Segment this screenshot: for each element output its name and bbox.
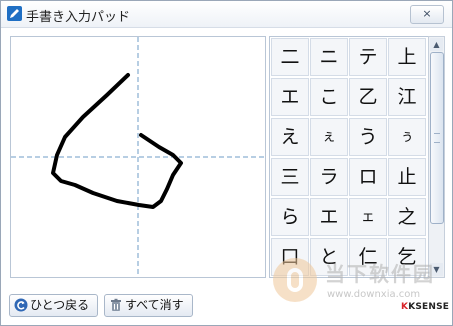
ink-stroke — [51, 73, 183, 209]
undo-icon — [14, 298, 28, 312]
candidate-cell[interactable]: 上 — [388, 38, 426, 76]
candidate-cell[interactable]: と — [310, 238, 348, 276]
candidate-grid: 二ニテ上エこ乙江えぇうぅ三ラロ止らエェ之口と仁乞 — [269, 36, 429, 278]
close-button[interactable]: × — [410, 5, 444, 24]
arrow-down-icon[interactable]: ▼ — [430, 263, 443, 276]
candidate-cell[interactable]: こ — [310, 78, 348, 116]
window-title: 手書き入力パッド — [26, 10, 131, 25]
candidate-cell[interactable]: ニ — [310, 38, 348, 76]
candidate-cell[interactable]: 二 — [271, 38, 309, 76]
candidate-cell[interactable]: ロ — [349, 158, 387, 196]
candidate-cell[interactable]: 之 — [388, 198, 426, 236]
candidate-cell[interactable]: 江 — [388, 78, 426, 116]
undo-label: ひとつ戻る — [30, 298, 90, 312]
candidate-cell[interactable]: ら — [271, 198, 309, 236]
grip-icon — [434, 133, 440, 143]
candidate-scrollbar[interactable]: ▲ ▼ — [428, 36, 445, 278]
handwriting-pad-window: 手書き入力パッド × 二ニテ上エこ乙江えぇうぅ三ラロ止らエェ之口と仁乞 ▲ ▼ … — [0, 0, 453, 326]
candidate-cell[interactable]: 仁 — [349, 238, 387, 276]
trash-icon — [111, 298, 121, 311]
candidate-cell[interactable]: 三 — [271, 158, 309, 196]
candidate-cell[interactable]: ぇ — [310, 118, 348, 156]
candidate-cell[interactable]: 口 — [271, 238, 309, 276]
candidate-cell[interactable]: え — [271, 118, 309, 156]
writing-area[interactable] — [10, 36, 266, 278]
candidate-cell[interactable]: エ — [310, 198, 348, 236]
title-bar: 手書き入力パッド × — [1, 1, 452, 28]
undo-button[interactable]: ひとつ戻る — [9, 294, 98, 317]
candidate-cell[interactable]: ェ — [349, 198, 387, 236]
arrow-up-icon[interactable]: ▲ — [430, 38, 443, 51]
candidate-cell[interactable]: う — [349, 118, 387, 156]
clear-all-label: すべて消す — [125, 298, 184, 312]
candidate-cell[interactable]: エ — [271, 78, 309, 116]
candidate-cell[interactable]: ぅ — [388, 118, 426, 156]
watermark-url: www.downxia.com — [327, 289, 421, 300]
candidate-cell[interactable]: 乞 — [388, 238, 426, 276]
candidate-cell[interactable]: 乙 — [349, 78, 387, 116]
pencil-icon — [7, 6, 22, 21]
scroll-thumb[interactable] — [430, 52, 444, 224]
writing-canvas[interactable] — [11, 37, 265, 277]
candidate-cell[interactable]: ラ — [310, 158, 348, 196]
clear-all-button[interactable]: すべて消す — [104, 294, 193, 317]
candidate-cell[interactable]: 止 — [388, 158, 426, 196]
brand-logo: KKSENSE — [401, 302, 450, 312]
candidate-cell[interactable]: テ — [349, 38, 387, 76]
